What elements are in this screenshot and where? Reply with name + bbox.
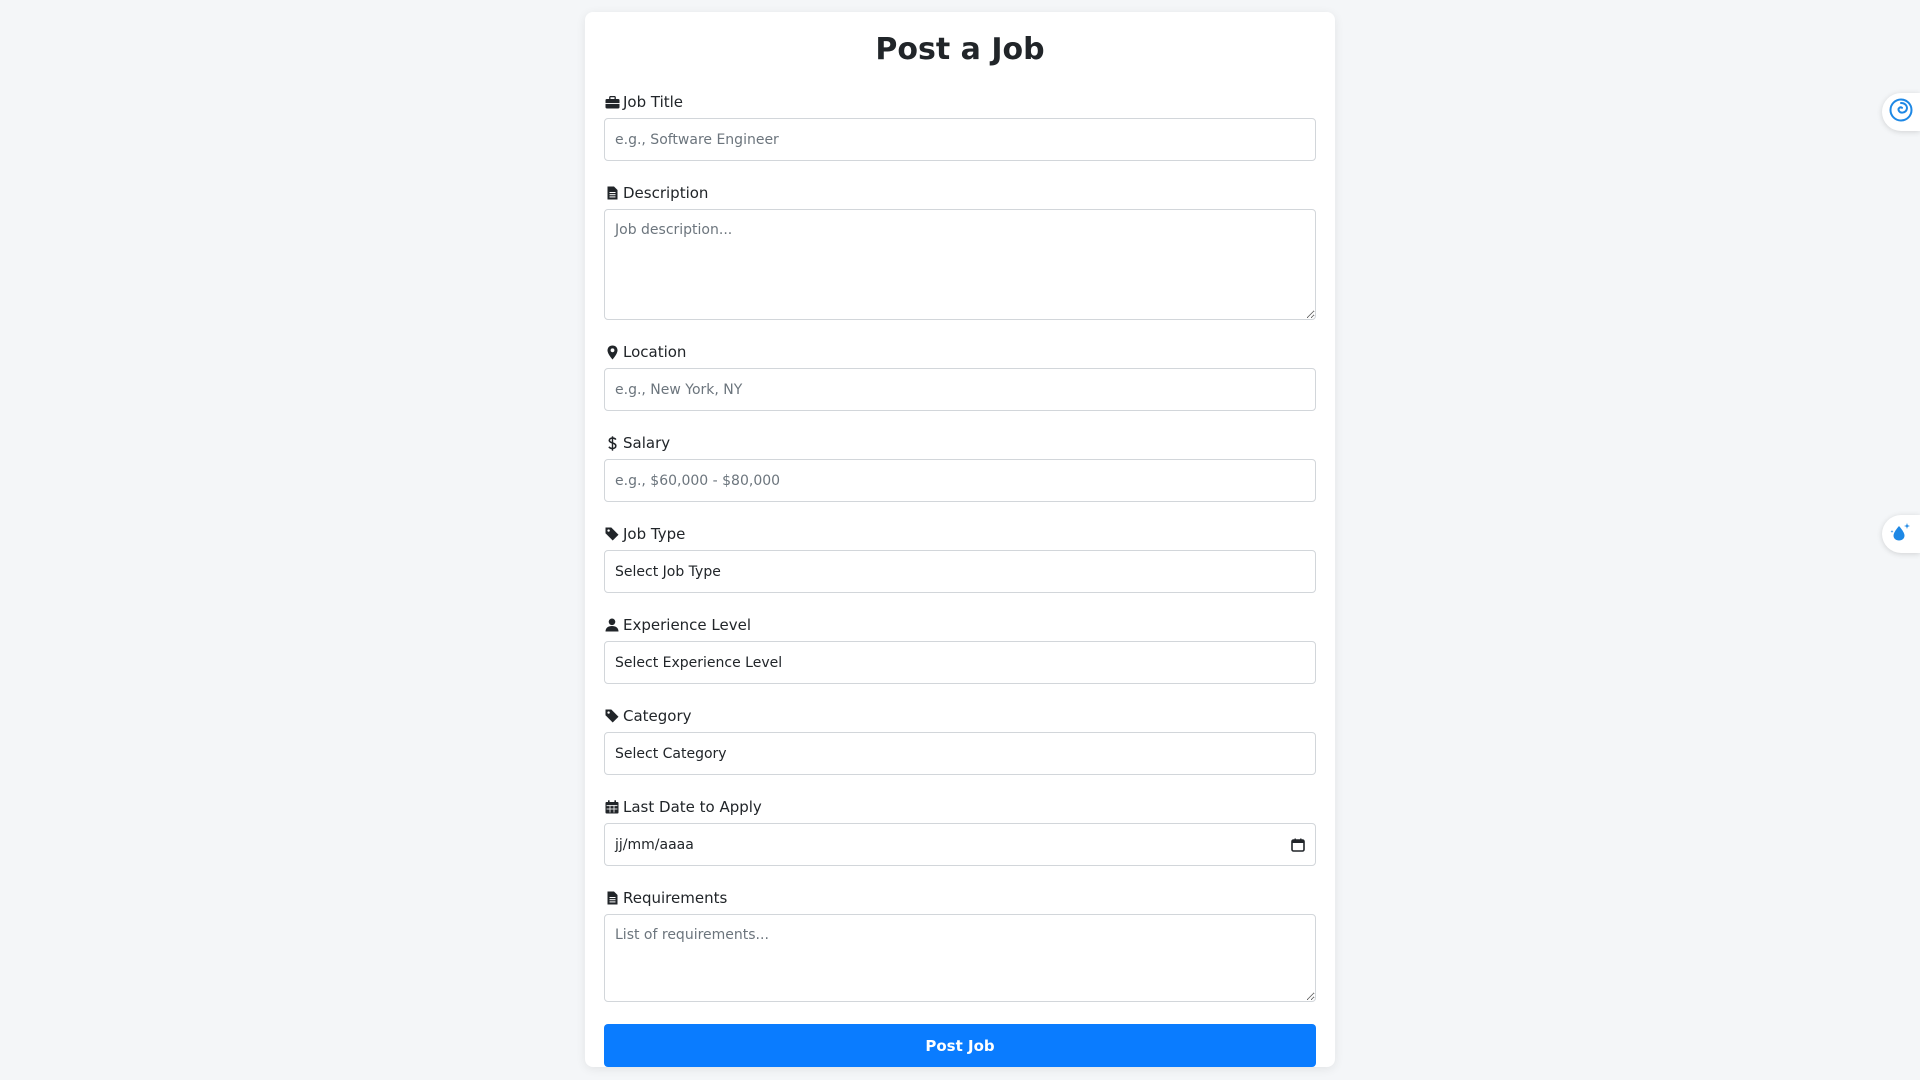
requirements-field: Requirements [604,888,1316,1002]
last-date-value: jj/mm/aaaa [615,836,694,853]
experience-level-label-text: Experience Level [623,616,752,634]
last-date-label: Last Date to Apply [604,797,1316,817]
post-job-button[interactable]: Post Job [604,1024,1316,1067]
briefcase-icon [604,94,620,110]
swirl-logo-icon [1889,98,1913,126]
job-title-input[interactable] [604,118,1316,161]
calendar-icon [604,799,620,815]
job-type-selected-value: Select Job Type [615,563,721,580]
description-textarea[interactable] [604,209,1316,320]
file-icon [604,185,620,201]
job-title-label-text: Job Title [623,93,684,111]
requirements-textarea[interactable] [604,914,1316,1002]
page-title: Post a Job [875,32,1045,67]
tag-icon [604,526,620,542]
job-title-label: Job Title [604,92,1316,112]
dollar-icon [604,435,620,451]
experience-level-select[interactable]: Select Experience Level [604,641,1316,684]
category-label-text: Category [623,707,692,725]
salary-field: Salary [604,433,1316,502]
job-type-label-text: Job Type [623,525,686,543]
job-title-field: Job Title [604,92,1316,161]
category-select[interactable]: Select Category [604,732,1316,775]
post-job-form: Job Title Description Location [604,92,1316,1067]
experience-level-selected-value: Select Experience Level [615,654,783,671]
tag-icon [604,708,620,724]
calendar-picker-icon[interactable] [1291,838,1305,852]
experience-level-label: Experience Level [604,615,1316,635]
description-label: Description [604,183,1316,203]
map-pin-icon [604,344,620,360]
water-drop-sparkle-icon [1890,521,1912,547]
category-selected-value: Select Category [615,745,727,762]
category-label: Category [604,706,1316,726]
salary-input[interactable] [604,459,1316,502]
file-icon [604,890,620,906]
salary-label: Salary [604,433,1316,453]
water-drop-widget[interactable] [1882,515,1920,553]
description-field: Description [604,183,1316,320]
swirl-logo-widget[interactable] [1882,93,1920,131]
requirements-label: Requirements [604,888,1316,908]
category-field: Category Select Category [604,706,1316,775]
description-label-text: Description [623,184,709,202]
location-label-text: Location [623,343,687,361]
last-date-input[interactable]: jj/mm/aaaa [604,823,1316,866]
salary-label-text: Salary [623,434,671,452]
last-date-label-text: Last Date to Apply [623,798,762,816]
job-type-label: Job Type [604,524,1316,544]
job-type-field: Job Type Select Job Type [604,524,1316,593]
post-job-card: Post a Job Job Title Description [585,12,1335,1067]
requirements-label-text: Requirements [623,889,728,907]
experience-level-field: Experience Level Select Experience Level [604,615,1316,684]
location-field: Location [604,342,1316,411]
user-icon [604,617,620,633]
location-label: Location [604,342,1316,362]
location-input[interactable] [604,368,1316,411]
job-type-select[interactable]: Select Job Type [604,550,1316,593]
last-date-field: Last Date to Apply jj/mm/aaaa [604,797,1316,866]
